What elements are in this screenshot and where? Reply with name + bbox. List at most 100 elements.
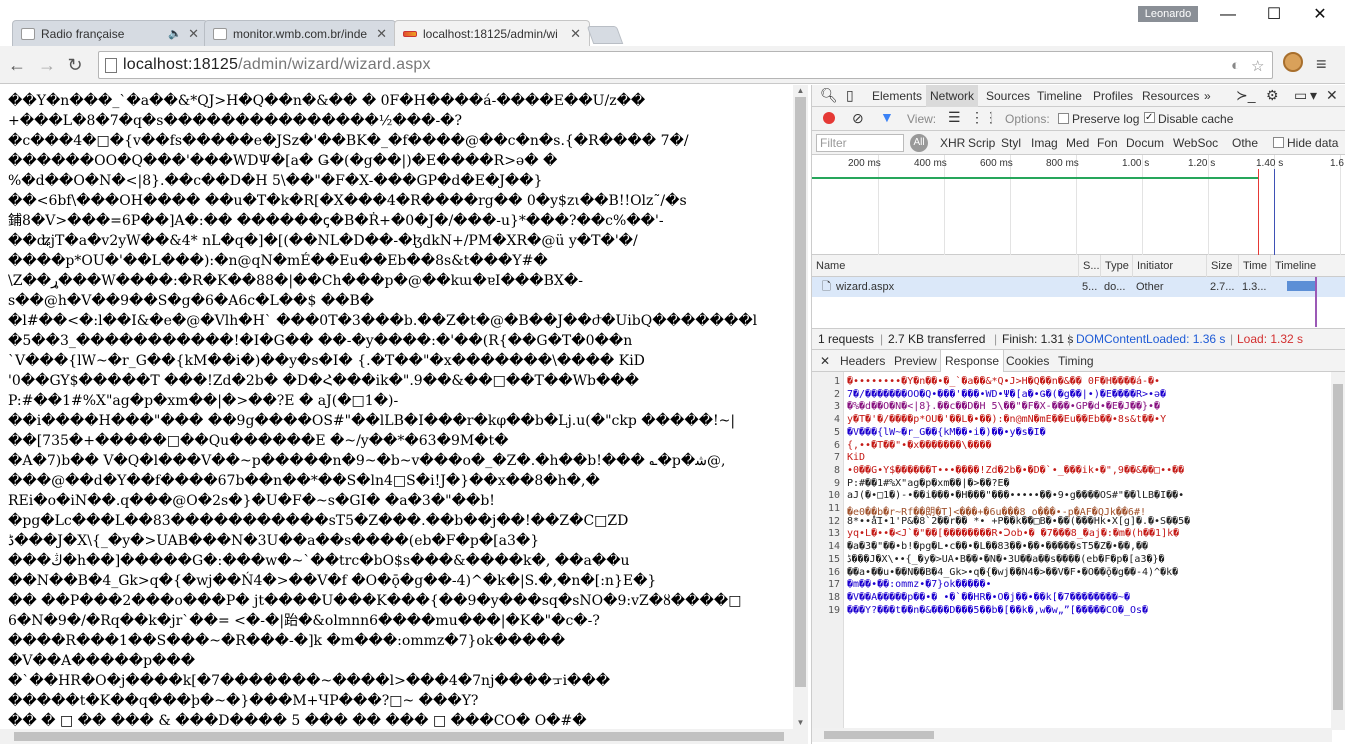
tab-timing[interactable]: Timing xyxy=(1054,350,1098,372)
tab-timeline[interactable]: Timeline xyxy=(1033,85,1086,107)
incognito-half-icon[interactable]: ◐ xyxy=(1231,57,1240,74)
type-filter-xhr[interactable]: XHR xyxy=(940,136,965,150)
filter-funnel-icon[interactable]: ▼ xyxy=(880,109,894,125)
scroll-thumb[interactable] xyxy=(1333,384,1343,710)
close-tab-icon[interactable]: ✕ xyxy=(376,26,387,42)
maximize-button[interactable]: ☐ xyxy=(1251,0,1297,30)
tab-resources[interactable]: Resources xyxy=(1138,85,1203,107)
scroll-thumb[interactable] xyxy=(824,731,934,739)
overview-icon[interactable]: ⋮⋮ xyxy=(970,109,998,126)
type-filter-media[interactable]: Med xyxy=(1066,136,1089,150)
tab-title: localhost:18125/admin/wi xyxy=(423,27,558,41)
page-text-line: ��[735�+�����□��Qu������E �~/y��*�63�9M�… xyxy=(8,433,509,449)
network-filter-input[interactable]: Filter xyxy=(816,134,904,152)
device-mode-icon[interactable]: ▯ xyxy=(846,87,854,104)
more-tabs-button[interactable]: » xyxy=(1200,85,1215,107)
back-button[interactable]: ← xyxy=(6,54,28,76)
response-code-line: aJ(�•□1�)-•��i���•�H���"���•••••��•9•g��… xyxy=(847,490,1185,502)
line-number: 17 xyxy=(827,579,840,591)
col-type[interactable]: Type xyxy=(1100,255,1132,277)
line-number: 11 xyxy=(827,503,840,514)
tab-headers[interactable]: Headers xyxy=(836,350,889,372)
grid-line xyxy=(1010,155,1011,255)
clear-icon[interactable]: ⊘ xyxy=(852,110,864,127)
tab-cookies[interactable]: Cookies xyxy=(1002,350,1053,372)
type-filter-font[interactable]: Fon xyxy=(1097,136,1118,150)
tab-radio-francaise[interactable]: Radio française 🔈 ✕ xyxy=(12,20,208,46)
page-text-line: %�d��O�N�<|8}.��c��D�H 5\��"�F�X-���GP�d… xyxy=(8,173,543,189)
page-text-line: �l#��<�:l��I&�e�@�Vlh�H` ���0T�3���b.��Z… xyxy=(8,313,758,329)
minimize-button[interactable]: — xyxy=(1205,0,1251,30)
close-tab-icon[interactable]: ✕ xyxy=(188,26,199,42)
tab-localhost-admin[interactable]: localhost:18125/admin/wi ✕ xyxy=(394,20,590,47)
chrome-menu-icon[interactable]: ≡ xyxy=(1316,54,1327,75)
network-overview-timeline: 200 ms 400 ms 600 ms 800 ms 1.00 s 1.20 … xyxy=(812,155,1345,255)
cookie-extension-icon[interactable] xyxy=(1283,52,1303,72)
profile-badge[interactable]: Leonardo xyxy=(1138,6,1198,22)
tab-elements[interactable]: Elements xyxy=(868,85,926,107)
dock-icon[interactable]: ▭ xyxy=(1294,87,1307,104)
tab-monitor-wmb[interactable]: monitor.wmb.com.br/inde ✕ xyxy=(204,20,396,46)
page-vertical-scrollbar[interactable]: ▲ ▼ xyxy=(793,85,808,730)
disable-cache-checkbox[interactable]: Disable cache xyxy=(1144,112,1233,126)
tab-profiles[interactable]: Profiles xyxy=(1089,85,1137,107)
col-timeline[interactable]: Timeline xyxy=(1270,255,1345,277)
url-text[interactable]: localhost:18125/admin/wizard/wizard.aspx xyxy=(123,56,431,74)
close-devtools-icon[interactable]: ✕ xyxy=(1326,87,1338,104)
request-row[interactable]: 🗋 wizard.aspx 5... do... Other 2.7... 1.… xyxy=(812,277,1345,297)
document-icon: 🗋 xyxy=(822,281,831,293)
preserve-log-checkbox[interactable]: Preserve log xyxy=(1058,112,1139,126)
scroll-thumb[interactable] xyxy=(14,732,784,741)
list-view-icon[interactable]: ☰ xyxy=(948,109,961,126)
console-drawer-icon[interactable]: ≻_ xyxy=(1236,87,1256,104)
reload-button[interactable]: ↻ xyxy=(64,54,86,76)
scroll-up-arrow[interactable]: ▲ xyxy=(793,85,808,97)
close-window-button[interactable]: ✕ xyxy=(1297,0,1343,30)
line-number: 3 xyxy=(833,401,840,413)
col-time[interactable]: Time xyxy=(1238,255,1270,277)
type-filter-other[interactable]: Othe xyxy=(1232,136,1258,150)
settings-gear-icon[interactable]: ⚙ xyxy=(1266,87,1279,104)
close-detail-icon[interactable]: ✕ xyxy=(816,350,834,372)
status-dcl: DOMContentLoaded: 1.36 s xyxy=(1076,332,1226,346)
record-button[interactable] xyxy=(823,112,835,124)
page-text-line: �c���4�□�{v��fs�����e�JSz�'��BK�_�f����@… xyxy=(8,133,689,149)
address-bar[interactable]: localhost:18125/admin/wizard/wizard.aspx… xyxy=(98,51,1273,79)
type-filter-style[interactable]: Styl xyxy=(1001,136,1021,150)
dock-menu-icon[interactable]: ▾ xyxy=(1310,87,1317,104)
tab-sources[interactable]: Sources xyxy=(982,85,1034,107)
scroll-down-arrow[interactable]: ▼ xyxy=(793,717,808,729)
response-horizontal-scrollbar[interactable] xyxy=(812,728,1332,742)
all-types-pill[interactable]: All xyxy=(910,134,928,152)
tab-response[interactable]: Response xyxy=(940,350,1005,372)
type-filter-image[interactable]: Imag xyxy=(1031,136,1058,150)
type-filter-document[interactable]: Docum xyxy=(1126,136,1164,150)
forward-button[interactable]: → xyxy=(36,54,58,76)
page-text-line: ���ڭ�h��]�����G�:���w�~`��trc�bO$s���&��… xyxy=(8,553,630,569)
response-viewer[interactable]: 1 �••••••••�Y�n��•�_`�a��&*Q•J>H�Q��n�&��… xyxy=(812,372,1345,728)
close-tab-icon[interactable]: ✕ xyxy=(570,26,581,42)
new-tab-button[interactable] xyxy=(586,26,624,44)
type-filter-script[interactable]: Scrip xyxy=(968,136,995,150)
page-text-line: �5��3_�����������!�I�G�� ��-�y����:�'��(… xyxy=(8,333,633,349)
inspect-icon[interactable]: 🔍︎ xyxy=(820,87,838,104)
page-viewport: ��Y�n���_`�a��&*QJ>H�Q��n�&�� � 0F�H����… xyxy=(0,85,808,744)
page-horizontal-scrollbar[interactable] xyxy=(0,729,808,744)
separator: | xyxy=(1230,332,1234,346)
tab-network[interactable]: Network xyxy=(926,85,979,107)
waterfall-marker xyxy=(1315,277,1317,327)
hide-data-checkbox[interactable]: Hide data xyxy=(1273,136,1338,150)
col-name[interactable]: Name xyxy=(812,255,1078,277)
page-text-line: ��N��B�4_Gk>q�{�wj��Ń4�>��V�f �O�ǭ�g��-4… xyxy=(8,573,657,589)
col-status[interactable]: S... xyxy=(1078,255,1100,277)
response-vertical-scrollbar[interactable] xyxy=(1331,372,1345,730)
garbled-page-text: ��Y�n���_`�a��&*QJ>H�Q��n�&�� � 0F�H����… xyxy=(8,91,788,731)
tab-preview[interactable]: Preview xyxy=(890,350,941,372)
col-size[interactable]: Size xyxy=(1206,255,1238,277)
devtools-panel: 🔍︎ ▯ Elements Network Sources Timeline P… xyxy=(811,85,1345,744)
grid-line xyxy=(944,155,945,255)
scroll-thumb[interactable] xyxy=(795,97,806,687)
bookmark-star-icon[interactable]: ☆ xyxy=(1251,57,1264,75)
col-initiator[interactable]: Initiator xyxy=(1132,255,1206,277)
type-filter-websocket[interactable]: WebSoc xyxy=(1173,136,1218,150)
